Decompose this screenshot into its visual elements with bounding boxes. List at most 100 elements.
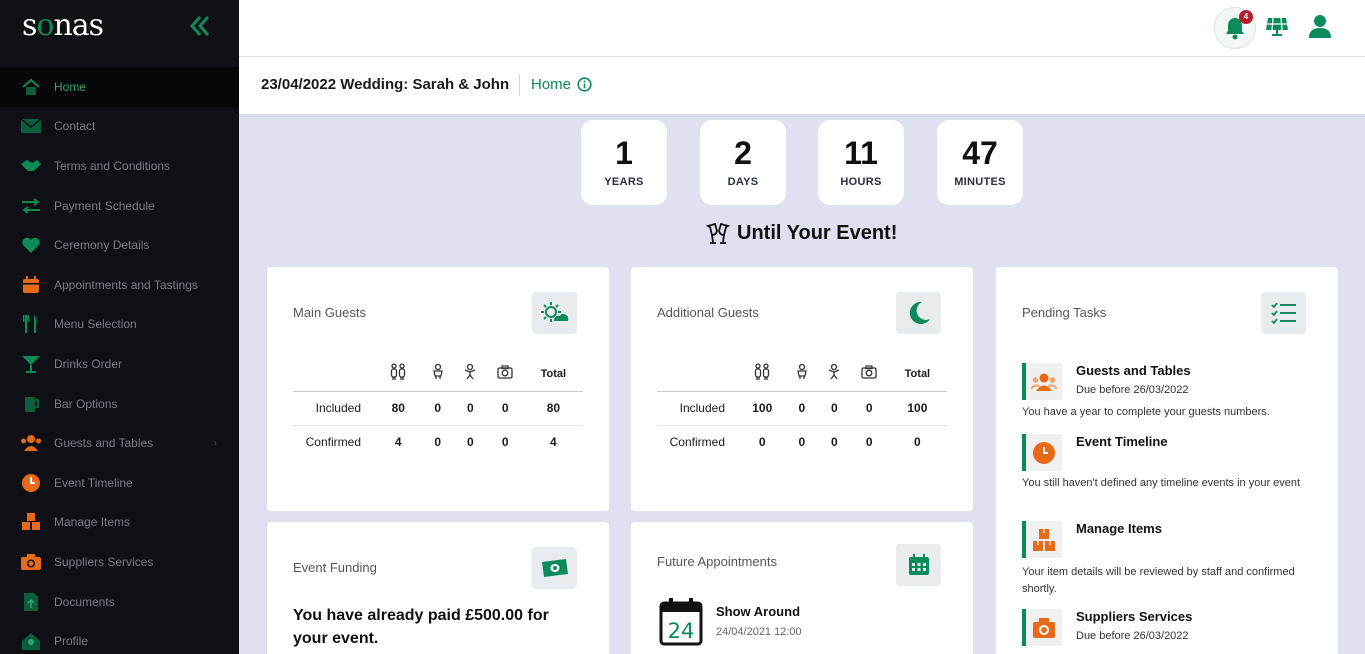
boxes-icon: [1022, 521, 1062, 558]
heart-icon: [20, 235, 42, 255]
sidebar-item-home[interactable]: Home: [0, 67, 239, 107]
home-icon: [20, 77, 42, 97]
appointment-name: Show Around: [716, 604, 801, 619]
future-appointments-card: Future Appointments 24 Show Around 24/04…: [631, 522, 973, 654]
until-event-heading: Until Your Event!: [705, 222, 897, 245]
solar-panel-icon[interactable]: [1264, 13, 1290, 39]
additional-guests-card: Additional Guests Total Included 100 0 0…: [631, 267, 973, 511]
appointment-calendar-icon: 24: [659, 598, 703, 646]
sidebar-item-label: Home: [54, 79, 87, 94]
event-funding-card: Event Funding You have already paid £500…: [267, 522, 609, 654]
event-header: 23/04/2022 Wedding: Sarah & John Home: [239, 57, 1365, 114]
tasks-list-icon: [1261, 292, 1306, 334]
sidebar-item-label: Manage Items: [54, 515, 131, 530]
breadcrumb-home[interactable]: Home: [531, 76, 571, 93]
sidebar-item-drinks-order[interactable]: Drinks Order: [0, 344, 239, 384]
children-column-icon: [785, 357, 819, 392]
sidebar-item-label: Event Timeline: [54, 475, 133, 490]
sidebar-item-guests-tables[interactable]: Guests and Tables ›: [0, 423, 239, 463]
table-row: Included 80 0 0 0 80: [293, 391, 583, 426]
sidebar-item-label: Appointments and Tastings: [54, 277, 198, 292]
sidebar-item-appointments[interactable]: Appointments and Tastings: [0, 265, 239, 305]
envelope-icon: [20, 116, 42, 136]
infants-column-icon: [454, 357, 487, 392]
countdown-years: 1 YEARS: [581, 120, 667, 205]
photographers-column-icon: [850, 357, 888, 392]
breadcrumb[interactable]: Home: [531, 76, 592, 93]
sidebar-item-label: Contact: [54, 119, 96, 134]
handshake-icon: [20, 156, 42, 176]
sidebar-item-label: Drinks Order: [54, 356, 123, 371]
clock-icon: [20, 473, 42, 493]
countdown-label: YEARS: [604, 176, 644, 188]
sidebar-nav: Home Contact Terms and Conditions Paymen…: [0, 67, 239, 654]
total-column-header: Total: [887, 357, 947, 392]
sidebar-item-label: Profile: [54, 634, 89, 649]
table-header-row: Total: [657, 357, 947, 392]
sidebar: sonas Home Contact Terms and Conditions …: [0, 0, 239, 654]
pending-tasks-card: Pending Tasks Guests and Tables Due befo…: [996, 267, 1338, 654]
sidebar-item-label: Ceremony Details: [54, 238, 150, 253]
calendar-icon: [20, 275, 42, 295]
task-description: Your item details will be reviewed by st…: [1022, 566, 1295, 595]
sonas-logo[interactable]: sonas: [22, 8, 104, 43]
notifications-button[interactable]: 4: [1214, 7, 1256, 49]
countdown-value: 47: [962, 135, 998, 171]
countdown-days: 2 DAYS: [700, 120, 786, 205]
camera-icon: [1022, 609, 1062, 646]
sidebar-item-bar-options[interactable]: Bar Options: [0, 384, 239, 424]
funding-message: You have already paid £500.00 for your e…: [293, 607, 549, 647]
sidebar-item-profile[interactable]: Profile: [0, 621, 239, 654]
users-icon: [20, 433, 42, 453]
task-description: You have a year to complete your guests …: [1022, 406, 1270, 418]
sidebar-item-documents[interactable]: Documents: [0, 582, 239, 622]
beer-icon: [20, 394, 42, 414]
card-title: Future Appointments: [657, 554, 777, 569]
collapse-sidebar-icon[interactable]: [188, 14, 212, 38]
table-row: Included 100 0 0 0 100: [657, 391, 947, 426]
sidebar-item-manage-items[interactable]: Manage Items: [0, 503, 239, 543]
sidebar-item-event-timeline[interactable]: Event Timeline: [0, 463, 239, 503]
photographers-column-icon: [486, 357, 524, 392]
document-upload-icon: [20, 592, 42, 612]
sidebar-item-label: Payment Schedule: [54, 198, 155, 213]
task-due: Due before 26/03/2022: [1076, 630, 1189, 642]
users-icon: [1022, 363, 1062, 400]
table-row: Confirmed 4 0 0 0 4: [305, 435, 557, 450]
sidebar-item-label: Bar Options: [54, 396, 118, 411]
sidebar-item-payment-schedule[interactable]: Payment Schedule: [0, 186, 239, 226]
table-header-row: Total: [293, 357, 583, 392]
card-title: Main Guests: [293, 305, 366, 320]
transfer-arrows-icon: [20, 196, 42, 216]
sidebar-item-contact[interactable]: Contact: [0, 107, 239, 147]
adults-column-icon: [739, 357, 786, 392]
divider: [519, 74, 520, 96]
infants-column-icon: [818, 357, 851, 392]
task-title: Manage Items: [1076, 521, 1162, 536]
appointment-date: 24/04/2021 12:00: [716, 626, 802, 638]
money-bill-icon: [532, 547, 577, 589]
utensils-icon: [20, 314, 42, 334]
adults-column-icon: [375, 357, 422, 392]
countdown-value: 2: [734, 135, 752, 171]
info-icon[interactable]: [577, 77, 592, 92]
sidebar-item-terms[interactable]: Terms and Conditions: [0, 146, 239, 186]
profile-icon: [20, 631, 42, 651]
card-title: Event Funding: [293, 560, 377, 575]
champagne-glasses-icon: [705, 222, 731, 244]
sidebar-item-ceremony-details[interactable]: Ceremony Details: [0, 225, 239, 265]
notification-badge: 4: [1239, 10, 1253, 24]
sidebar-item-suppliers-services[interactable]: Suppliers Services: [0, 542, 239, 582]
countdown-minutes: 47 MINUTES: [937, 120, 1023, 205]
table-row: Confirmed 0 0 0 0 0: [669, 435, 921, 450]
countdown-label: MINUTES: [954, 176, 1006, 188]
sidebar-item-menu-selection[interactable]: Menu Selection: [0, 305, 239, 345]
task-due: Due before 26/03/2022: [1076, 384, 1189, 396]
clock-icon: [1022, 434, 1062, 471]
countdown-hours: 11 HOURS: [818, 120, 904, 205]
event-title: 23/04/2022 Wedding: Sarah & John: [261, 76, 510, 93]
user-profile-icon[interactable]: [1307, 13, 1333, 39]
cocktail-icon: [20, 354, 42, 374]
sidebar-item-label: Terms and Conditions: [54, 158, 171, 173]
task-title: Guests and Tables: [1076, 363, 1191, 378]
